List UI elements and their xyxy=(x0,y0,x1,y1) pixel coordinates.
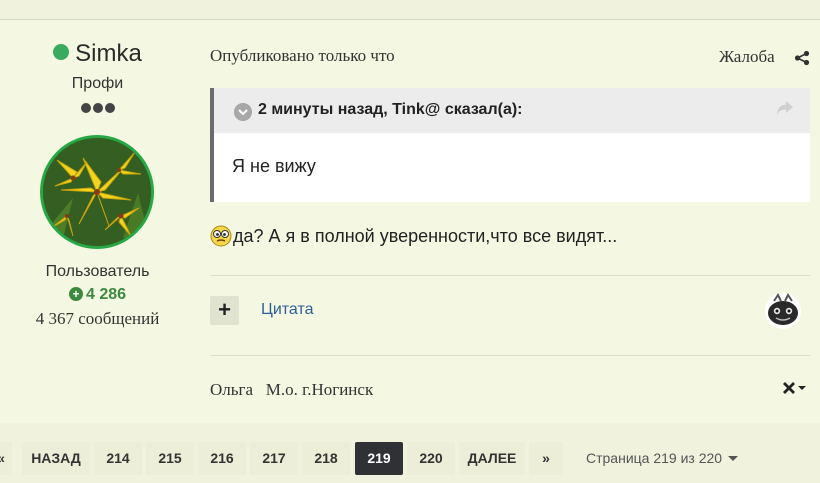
reply-arrow-icon[interactable] xyxy=(776,100,794,116)
quote-button[interactable]: Цитата xyxy=(261,301,314,319)
pagination: « НАЗАД 214 215 216 217 218 219 220 ДАЛЕ… xyxy=(0,442,820,475)
divider xyxy=(210,275,810,276)
multiquote-button[interactable]: + xyxy=(210,296,239,325)
confused-smiley-icon xyxy=(210,225,232,247)
current-page-button[interactable]: 219 xyxy=(355,442,403,475)
page-button[interactable]: 214 xyxy=(94,442,142,475)
rank-pips xyxy=(0,100,195,118)
author-name-row[interactable]: Simka xyxy=(0,40,195,68)
quote-block: 2 минуты назад, Tink@ сказал(а): Я не ви… xyxy=(210,88,810,202)
page-button[interactable]: 215 xyxy=(146,442,194,475)
top-strip xyxy=(0,0,820,20)
signature: Ольга М.о. г.Ногинск xyxy=(210,380,374,399)
plus-circle-icon: + xyxy=(68,287,83,301)
page-button[interactable]: 217 xyxy=(250,442,298,475)
author-rank: Профи xyxy=(71,75,124,92)
quote-body: Я не вижу xyxy=(232,156,316,176)
forum-post: Simka Профи Пользователь + 4 286 4 367 с… xyxy=(0,20,820,423)
author-panel: Simka Профи Пользователь + 4 286 4 367 с… xyxy=(0,20,195,423)
close-icon xyxy=(783,382,806,394)
quote-header: 2 минуты назад, Tink@ сказал(а): xyxy=(214,88,810,133)
author-name[interactable]: Simka xyxy=(75,40,142,67)
post-text: да? А я в полной уверенности,что все вид… xyxy=(233,226,618,246)
chevron-down-icon[interactable] xyxy=(234,103,252,121)
rank-pip xyxy=(104,103,115,113)
caret-down-icon xyxy=(728,456,739,461)
next-page-button[interactable]: ДАЛЕЕ xyxy=(459,442,525,475)
rank-pip xyxy=(80,103,91,113)
prev-page-button[interactable]: НАЗАД xyxy=(22,442,90,475)
last-page-button[interactable]: » xyxy=(529,442,563,475)
page-button[interactable]: 218 xyxy=(302,442,350,475)
author-post-count: 4 367 сообщений xyxy=(35,309,160,328)
author-avatar[interactable] xyxy=(40,135,154,249)
page-jump-dropdown[interactable]: Страница 219 из 220 xyxy=(586,450,739,466)
report-link[interactable]: Жалоба xyxy=(719,47,775,67)
page-button[interactable]: 216 xyxy=(198,442,246,475)
divider xyxy=(210,355,810,356)
post-timestamp[interactable]: Опубликовано только что xyxy=(210,46,395,66)
page-info-text: Страница 219 из 220 xyxy=(586,450,723,466)
first-page-button[interactable]: « xyxy=(0,442,12,475)
online-status-icon xyxy=(53,44,70,60)
reputation-value: 4 286 xyxy=(85,286,127,303)
rank-pip xyxy=(92,103,103,113)
quote-citation: 2 минуты назад, Tink@ сказал(а): xyxy=(258,101,523,118)
author-reputation[interactable]: +4 286 xyxy=(0,286,195,304)
lily-flower-image xyxy=(43,138,151,246)
signature-toggle[interactable] xyxy=(783,380,809,401)
page-button[interactable]: 220 xyxy=(407,442,455,475)
share-icon[interactable] xyxy=(794,50,810,66)
author-group: Пользователь xyxy=(45,263,150,280)
reaction-avatar-icon[interactable] xyxy=(764,292,802,330)
post-content: да? А я в полной уверенности,что все вид… xyxy=(210,225,617,247)
